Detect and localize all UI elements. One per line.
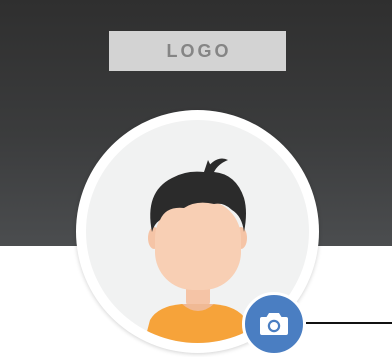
- change-photo-button[interactable]: [242, 292, 306, 356]
- camera-icon: [260, 313, 288, 335]
- callout-line: [306, 322, 392, 324]
- logo-placeholder: LOGO: [109, 31, 286, 71]
- face-shape: [155, 200, 241, 290]
